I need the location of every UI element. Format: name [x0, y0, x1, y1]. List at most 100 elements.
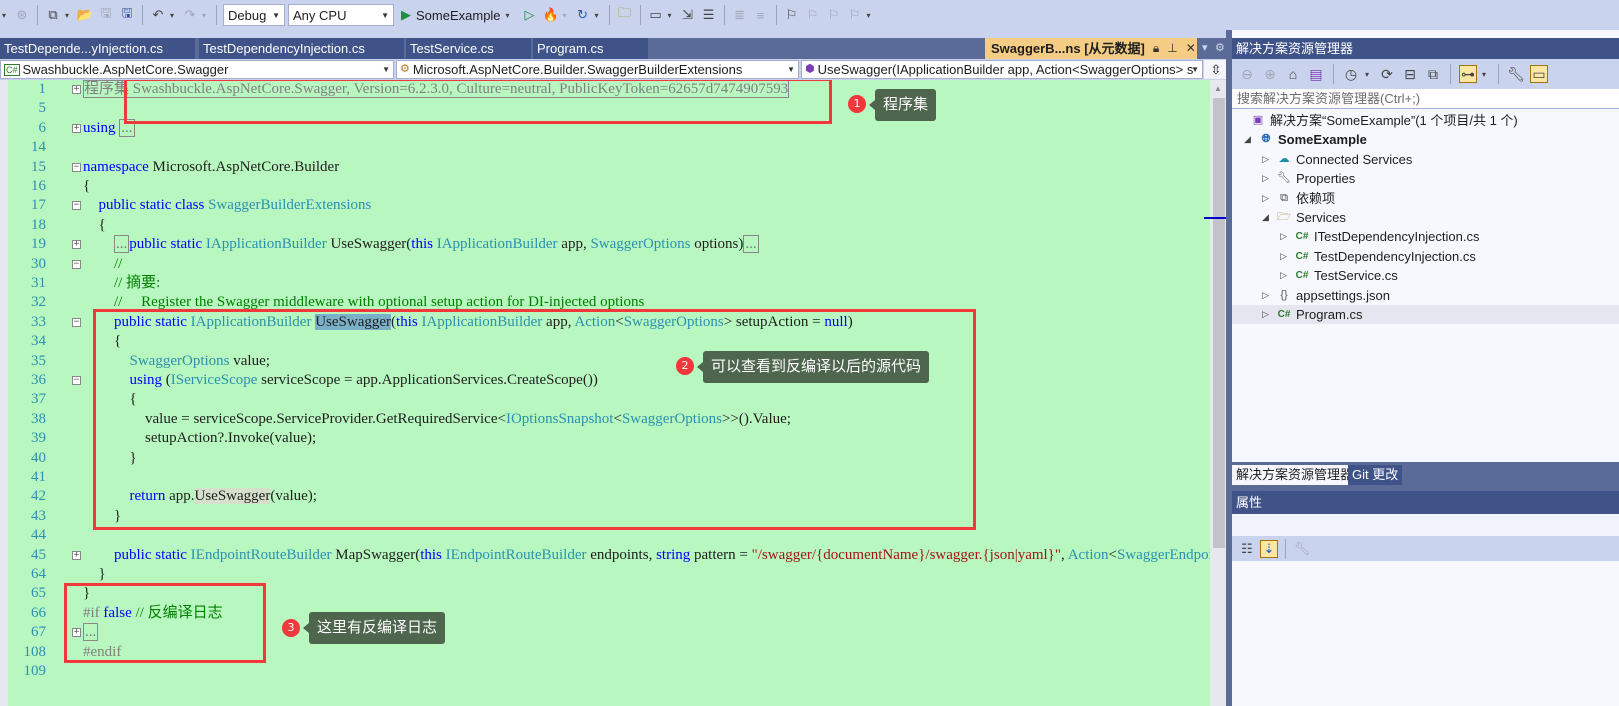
expanded-arrow-icon[interactable]: ◢: [1262, 208, 1272, 227]
expand-icon[interactable]: +: [72, 85, 81, 94]
save-icon[interactable]: 🖫: [97, 5, 115, 24]
start-without-debug-icon[interactable]: ▷: [521, 6, 539, 24]
expand-icon[interactable]: +: [72, 550, 81, 560]
refresh-icon[interactable]: ⟳: [1378, 65, 1396, 83]
code-line[interactable]: 15 − namespace Microsoft.AspNetCore.Builde…: [8, 158, 1210, 177]
code-line[interactable]: 18 {: [8, 216, 1210, 235]
project-dropdown[interactable]: C# Swashbuckle.AspNetCore.Swagger ▼: [0, 60, 394, 79]
tree-item[interactable]: ▷ ☁ Connected Services: [1262, 150, 1412, 169]
toolbar-overflow-caret[interactable]: ▾: [2, 11, 10, 20]
bookmark-icon[interactable]: ⚐: [783, 6, 801, 24]
restart-dropdown[interactable]: ▾: [595, 11, 603, 20]
tree-item[interactable]: ▣ 解决方案“SomeExample”(1 个项目/共 1 个): [1246, 111, 1518, 130]
collapsed-arrow-icon[interactable]: ▷: [1262, 169, 1272, 188]
redo-dropdown[interactable]: ▾: [202, 11, 210, 20]
forward-icon[interactable]: ⊕: [1261, 65, 1279, 83]
layout-dropdown[interactable]: ▾: [668, 11, 676, 20]
tab-test-dependency-injection[interactable]: TestDependencyInjection.cs: [199, 38, 404, 59]
tab-program[interactable]: Program.cs: [533, 38, 648, 59]
collapsed-arrow-icon[interactable]: ▷: [1262, 286, 1272, 305]
window-layout-icon[interactable]: ▭: [647, 6, 665, 24]
collapsed-arrow-icon[interactable]: ▷: [1262, 189, 1272, 208]
tree-item[interactable]: ▷ {} appsettings.json: [1262, 286, 1390, 305]
code-line[interactable]: 31 // 摘要:: [8, 274, 1210, 293]
preview-selected-items-icon[interactable]: ▭: [1530, 65, 1548, 83]
clear-bookmark-icon[interactable]: ⚐: [846, 6, 864, 24]
new-project-dropdown[interactable]: ▾: [65, 11, 73, 20]
code-line[interactable]: 14: [8, 138, 1210, 157]
format-icon[interactable]: ☰: [700, 6, 718, 24]
pending-changes-filter-icon[interactable]: ◷: [1342, 65, 1360, 83]
collapse-all-icon[interactable]: ⊟: [1401, 65, 1419, 83]
editor-vertical-scrollbar[interactable]: ▲: [1204, 80, 1226, 706]
tab-test-dependency-injection-interface[interactable]: TestDepende...yInjection.cs: [0, 38, 195, 59]
solution-search-input[interactable]: 搜索解决方案资源管理器(Ctrl+;): [1232, 89, 1619, 109]
sync-active-document-icon[interactable]: ⊶: [1459, 65, 1477, 83]
find-in-files-icon[interactable]: 🗀: [616, 5, 634, 24]
tree-item[interactable]: ▷ C# Program.cs: [1232, 305, 1619, 325]
run-button[interactable]: ▶ SomeExample ▾: [397, 7, 518, 23]
type-dropdown[interactable]: ⚙ Microsoft.AspNetCore.Builder.SwaggerBu…: [396, 60, 799, 79]
restart-icon[interactable]: ↻: [574, 6, 592, 24]
properties-object-selector[interactable]: [1232, 514, 1619, 536]
code-line[interactable]: 19 + ... public static IApplicationBuilder …: [8, 235, 1210, 254]
hot-reload-dropdown[interactable]: ▾: [563, 11, 571, 20]
code-line[interactable]: 16 {: [8, 177, 1210, 196]
tree-item[interactable]: ▷ C# TestService.cs: [1280, 266, 1398, 285]
property-pages-icon[interactable]: 🔧︎: [1293, 540, 1311, 558]
prev-bookmark-icon[interactable]: ⚐: [804, 6, 822, 24]
expand-icon[interactable]: +: [72, 123, 81, 133]
gear-icon[interactable]: ⚙: [1215, 38, 1225, 59]
home-icon[interactable]: ⌂: [1284, 65, 1302, 83]
collapse-icon[interactable]: −: [72, 162, 81, 172]
back-icon[interactable]: ⊖: [1238, 65, 1256, 83]
redo-icon[interactable]: ↷: [181, 6, 199, 24]
tree-item[interactable]: ◢ 🌐︎ SomeExample: [1244, 130, 1367, 149]
code-line[interactable]: 17 − public static class SwaggerBuilderExt…: [8, 196, 1210, 215]
tab-test-service[interactable]: TestService.cs: [406, 38, 531, 59]
collapsed-region[interactable]: ...: [743, 235, 759, 254]
switch-views-icon[interactable]: ▤: [1307, 65, 1325, 83]
collapse-icon[interactable]: −: [72, 259, 81, 269]
next-bookmark-icon[interactable]: ⚐: [825, 6, 843, 24]
undo-icon[interactable]: ↶: [149, 6, 167, 24]
properties-wrench-icon[interactable]: 🔧︎: [1507, 65, 1525, 83]
code-line[interactable]: 30 − //: [8, 255, 1210, 274]
indent-icon[interactable]: ≣: [731, 6, 749, 24]
tab-git-changes[interactable]: Git 更改: [1348, 465, 1403, 485]
collapsed-region[interactable]: ...: [114, 235, 130, 254]
save-all-icon[interactable]: 🖫: [118, 5, 136, 24]
outdent-icon[interactable]: ≡: [752, 6, 770, 24]
tab-swagger-builder-extensions[interactable]: SwaggerB...ns [从元数据] 🔒︎ ⊥ ✕: [985, 38, 1197, 59]
code-line[interactable]: 109: [8, 662, 1210, 681]
member-dropdown[interactable]: ⬢ UseSwagger(IApplicationBuilder app, Ac…: [801, 60, 1203, 79]
step-icon[interactable]: ⇲: [679, 6, 697, 24]
collapsed-arrow-icon[interactable]: ▷: [1280, 266, 1290, 285]
undo-dropdown[interactable]: ▾: [170, 11, 178, 20]
config-select[interactable]: Debug ▼: [223, 4, 285, 26]
expanded-arrow-icon[interactable]: ◢: [1244, 130, 1254, 149]
code-line[interactable]: 45 + public static IEndpointRouteBuilder M…: [8, 546, 1210, 565]
filter-dropdown[interactable]: ▾: [1365, 70, 1373, 79]
tree-item[interactable]: ▷ ⧉ 依赖项: [1262, 189, 1335, 208]
sync-dropdown[interactable]: ▾: [1482, 70, 1490, 79]
tab-list-dropdown[interactable]: ▾: [1202, 38, 1208, 59]
scroll-up-icon[interactable]: ▲: [1214, 84, 1222, 93]
close-icon[interactable]: ✕: [1186, 38, 1196, 59]
collapsed-arrow-icon[interactable]: ▷: [1262, 150, 1272, 169]
scrollbar-thumb[interactable]: [1213, 98, 1225, 548]
tree-item[interactable]: ◢ 🗁 Services: [1262, 208, 1346, 227]
collapsed-arrow-icon[interactable]: ▷: [1280, 227, 1290, 246]
open-folder-icon[interactable]: 📂: [76, 6, 94, 24]
code-editor[interactable]: 1 + 程序集 Swashbuckle.AspNetCore.Swagger, Ve…: [0, 80, 1210, 706]
tree-item[interactable]: ▷ C# ITestDependencyInjection.cs: [1280, 227, 1479, 246]
hot-reload-icon[interactable]: 🔥: [542, 6, 560, 24]
collapse-icon[interactable]: −: [72, 317, 81, 327]
forward-icon[interactable]: ⊛: [13, 6, 31, 24]
alphabetical-sort-icon[interactable]: ⇣: [1260, 539, 1278, 558]
show-all-files-icon[interactable]: ⧉: [1424, 65, 1442, 83]
pin-icon[interactable]: ⊥: [1167, 38, 1177, 59]
toolbar-overflow-caret[interactable]: ▾: [867, 11, 875, 20]
split-editor-icon[interactable]: ⇳: [1204, 60, 1228, 79]
new-project-icon[interactable]: ⧉: [44, 6, 62, 24]
